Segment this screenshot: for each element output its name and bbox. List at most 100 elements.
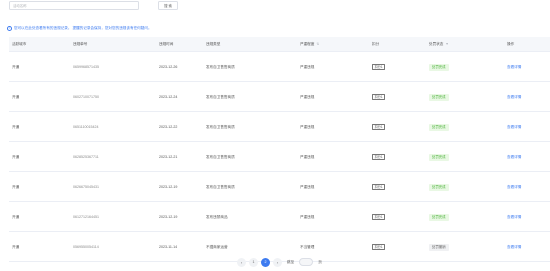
cell-record-no: 0659968571435 bbox=[73, 65, 99, 69]
activity-name-input[interactable] bbox=[9, 1, 139, 10]
cell-time: 2023-12-24 bbox=[159, 95, 178, 99]
cell-record-no: 0612712164451 bbox=[73, 215, 99, 219]
notice-text: 您可以在此处查看所有的违规记录。 提醒的记录会保持，您对您的违规该有任何疑问。 bbox=[14, 25, 152, 30]
cell-penalty: 扣分1 bbox=[372, 202, 386, 232]
header-type: 违规类型 bbox=[206, 42, 221, 46]
table-header: 活跃城市 违规单号 违规时间 违规类型 严重程度 ⇅ 扣分 处罚状态 ▼ 操作 bbox=[9, 37, 550, 52]
page-1-button[interactable]: 1 bbox=[249, 257, 258, 267]
cell-penalty: 扣分1 bbox=[372, 232, 386, 262]
view-details-link[interactable]: 查看详情 bbox=[507, 142, 521, 172]
cell-region: 开通 bbox=[12, 185, 20, 189]
page-2-button[interactable]: 2 bbox=[261, 257, 270, 267]
status-badge: 处罚完成 bbox=[429, 183, 449, 191]
cell-penalty: 扣分1 bbox=[372, 142, 386, 172]
table-row: 开通 0651110015424 2023-12-22 发布自卫售售商质 严重违规 扣分1… bbox=[9, 112, 550, 142]
view-details-link[interactable]: 查看详情 bbox=[507, 172, 521, 202]
cell-status: 处罚撤销 bbox=[429, 232, 449, 262]
cell-record-no: 0602710071750 bbox=[73, 95, 99, 99]
table-row: 开通 0659968571435 2023-12-26 发布自卫售售商质 严重违规 扣分1… bbox=[9, 52, 550, 82]
filter-icon[interactable]: ▼ bbox=[445, 42, 448, 46]
cell-penalty: 扣分1 bbox=[372, 52, 386, 82]
penalty-tag: 扣分1 bbox=[372, 93, 386, 101]
pagination: ‹ 1 2 › 跳至 页 bbox=[237, 257, 324, 267]
cell-type: 不遵商家运营 bbox=[206, 245, 228, 249]
header-region: 活跃城市 bbox=[12, 42, 27, 46]
cell-record-no: 0628525367711 bbox=[73, 155, 99, 159]
penalty-tag: 扣分1 bbox=[372, 213, 386, 221]
penalty-tag: 扣分1 bbox=[372, 243, 386, 251]
cell-time: 2023-12-26 bbox=[159, 65, 178, 69]
info-circle-icon: i bbox=[7, 25, 12, 31]
status-badge: 处罚完成 bbox=[429, 123, 449, 131]
goto-label: 跳至 bbox=[287, 259, 295, 264]
view-details-link[interactable]: 查看详情 bbox=[507, 112, 521, 142]
cell-level: 严重违规 bbox=[300, 125, 315, 129]
cell-region: 开通 bbox=[12, 215, 20, 219]
page-suffix: 页 bbox=[318, 259, 322, 264]
status-badge: 处罚完成 bbox=[429, 63, 449, 71]
cell-level: 严重违规 bbox=[300, 185, 315, 189]
header-level[interactable]: 严重程度 ⇅ bbox=[300, 37, 319, 52]
cell-region: 开通 bbox=[12, 95, 20, 99]
cell-status: 处罚完成 bbox=[429, 52, 449, 82]
sort-icon[interactable]: ⇅ bbox=[316, 42, 319, 46]
cell-time: 2023-11-14 bbox=[159, 245, 178, 249]
penalty-tag: 扣分1 bbox=[372, 63, 386, 71]
cell-region: 开通 bbox=[12, 155, 20, 159]
penalty-tag: 扣分1 bbox=[372, 123, 386, 131]
cell-level: 严重违规 bbox=[300, 215, 315, 219]
cell-type: 发布自卫售售商质 bbox=[206, 185, 235, 189]
cell-record-no: 0651110015424 bbox=[73, 125, 99, 129]
cell-time: 2023-12-19 bbox=[159, 215, 178, 219]
cell-level: 严重违规 bbox=[300, 155, 315, 159]
cell-record-no: 0626675045431 bbox=[73, 185, 99, 189]
cell-type: 发布自卫售售商质 bbox=[206, 125, 235, 129]
chevron-right-icon[interactable]: › bbox=[273, 257, 282, 267]
cell-status: 处罚完成 bbox=[429, 112, 449, 142]
table-row: 开通 0602710071750 2023-12-24 发布自卫售售商质 严重违规 扣分1… bbox=[9, 82, 550, 112]
cell-time: 2023-12-21 bbox=[159, 155, 178, 159]
search-button[interactable]: 搜 索 bbox=[158, 1, 178, 10]
table-row: 开通 0612712164451 2023-12-19 发布违禁商品 严重违规 扣分1 处罚… bbox=[9, 202, 550, 232]
header-level-label: 严重程度 bbox=[300, 42, 315, 46]
view-details-link[interactable]: 查看详情 bbox=[507, 52, 521, 82]
view-details-link[interactable]: 查看详情 bbox=[507, 82, 521, 112]
cell-record-no: 0569550054114 bbox=[73, 245, 99, 249]
chevron-left-icon[interactable]: ‹ bbox=[237, 257, 246, 267]
table-body: 开通 0659968571435 2023-12-26 发布自卫售售商质 严重违规 扣分1… bbox=[9, 52, 550, 262]
cell-status: 处罚完成 bbox=[429, 172, 449, 202]
cell-type: 发布违禁商品 bbox=[206, 215, 228, 219]
cell-penalty: 扣分1 bbox=[372, 82, 386, 112]
cell-type: 发布自卫售售商质 bbox=[206, 95, 235, 99]
view-details-link[interactable]: 查看详情 bbox=[507, 232, 521, 262]
cell-status: 处罚完成 bbox=[429, 82, 449, 112]
table-row: 开通 0626675045431 2023-12-19 发布自卫售售商质 严重违规 扣分1… bbox=[9, 172, 550, 202]
header-status[interactable]: 处罚状态 ▼ bbox=[429, 37, 449, 52]
header-action: 操作 bbox=[507, 42, 515, 46]
header-record-no: 违规单号 bbox=[73, 42, 88, 46]
penalty-tag: 扣分1 bbox=[372, 153, 386, 161]
status-badge: 处罚完成 bbox=[429, 93, 449, 101]
status-badge: 处罚撤销 bbox=[429, 243, 449, 251]
cell-time: 2023-12-22 bbox=[159, 125, 178, 129]
cell-region: 开通 bbox=[12, 125, 20, 129]
cell-penalty: 扣分1 bbox=[372, 112, 386, 142]
cell-level: 严重违规 bbox=[300, 95, 315, 99]
cell-type: 发布自卫售售商质 bbox=[206, 65, 235, 69]
violation-table: 活跃城市 违规单号 违规时间 违规类型 严重程度 ⇅ 扣分 处罚状态 ▼ 操作 开通… bbox=[9, 37, 550, 262]
header-status-label: 处罚状态 bbox=[429, 42, 444, 46]
cell-penalty: 扣分1 bbox=[372, 172, 386, 202]
cell-region: 开通 bbox=[12, 245, 20, 249]
header-time: 违规时间 bbox=[159, 42, 174, 46]
cell-level: 严重违规 bbox=[300, 65, 315, 69]
penalty-tag: 扣分1 bbox=[372, 183, 386, 191]
cell-status: 处罚完成 bbox=[429, 142, 449, 172]
header-penalty: 扣分 bbox=[372, 42, 380, 46]
info-notice: i 您可以在此处查看所有的违规记录。 提醒的记录会保持，您对您的违规该有任何疑问… bbox=[7, 24, 152, 32]
table-row: 开通 0628525367711 2023-12-21 发布自卫售售商质 严重违规 扣分1… bbox=[9, 142, 550, 172]
cell-region: 开通 bbox=[12, 65, 20, 69]
view-details-link[interactable]: 查看详情 bbox=[507, 202, 521, 232]
search-bar: 搜 索 bbox=[9, 1, 550, 12]
cell-status: 处罚完成 bbox=[429, 202, 449, 232]
goto-page-input[interactable] bbox=[299, 258, 314, 266]
